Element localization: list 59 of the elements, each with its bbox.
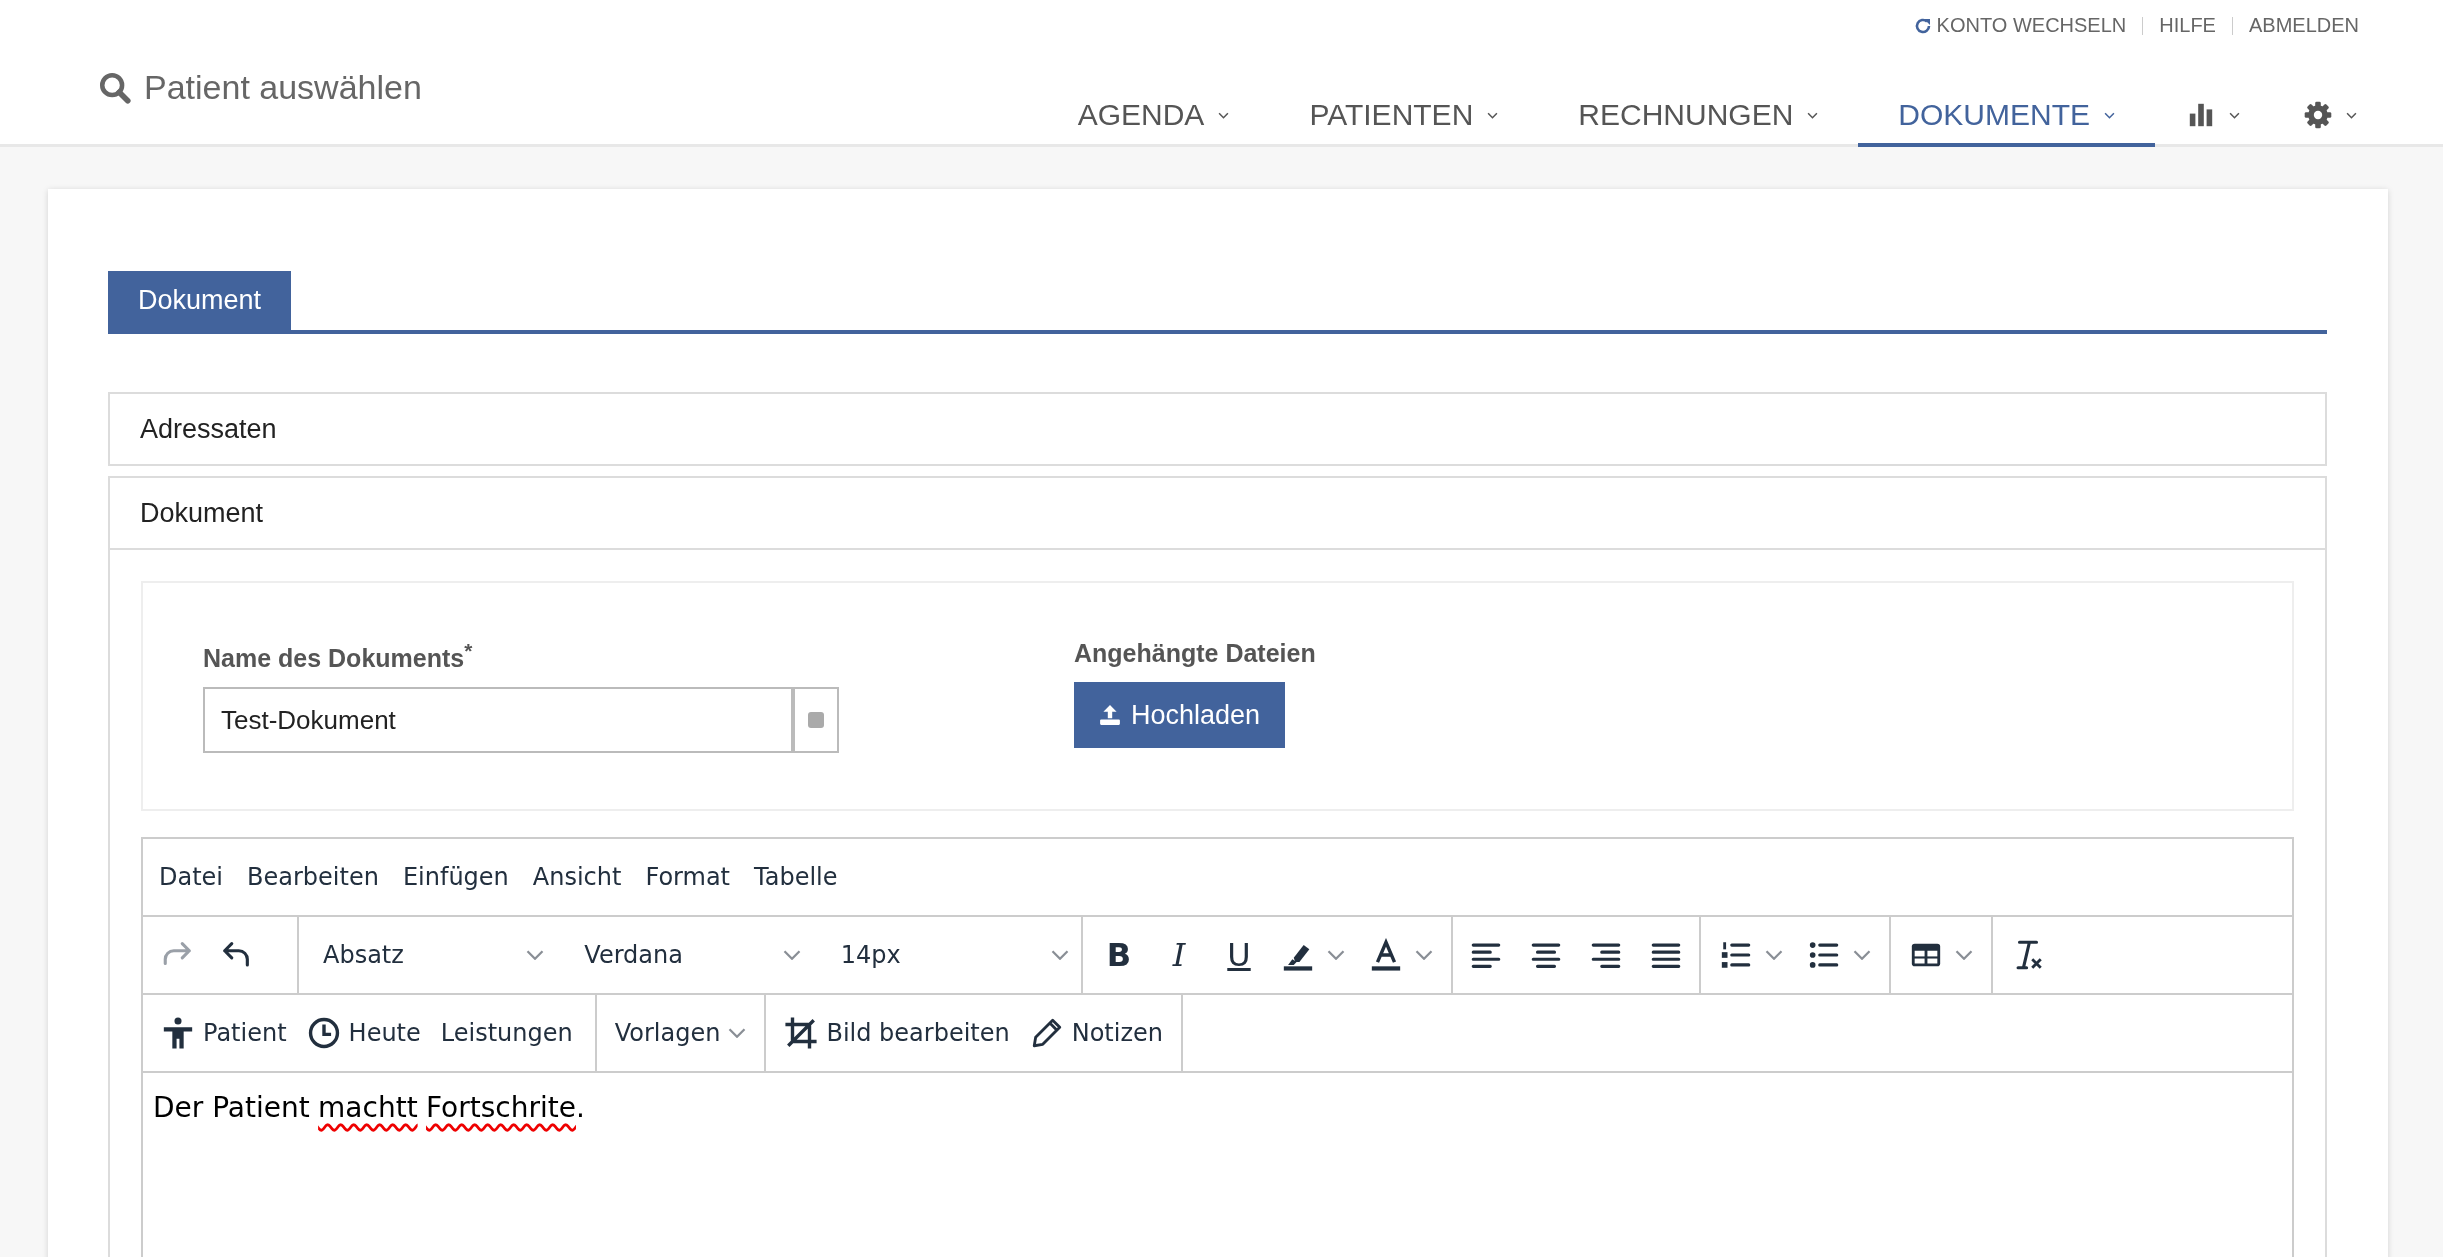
templates-dropdown[interactable]: Vorlagen (604, 1013, 757, 1054)
chevron-down-icon (2346, 111, 2357, 119)
document-name-field[interactable]: Test-Dokument (203, 687, 793, 754)
editor-menu-item[interactable]: Bearbeiten (237, 863, 389, 892)
editor-tool-button[interactable]: Bild bearbeiten (774, 1010, 1020, 1057)
upload-button[interactable]: Hochladen (1074, 682, 1286, 748)
header-link[interactable]: KONTO WECHSELN (1912, 14, 2127, 37)
format-button[interactable]: B (1091, 930, 1147, 981)
editor-menu-item[interactable]: Tabelle (744, 863, 848, 892)
square-icon (808, 712, 824, 729)
bar-chart-icon (2187, 101, 2215, 129)
chevron-down-icon (1415, 950, 1433, 961)
editor-dropdown[interactable]: Absatz (299, 917, 557, 994)
insert-button[interactable]: Leistungen (430, 1013, 583, 1054)
chevron-down-icon (1051, 950, 1069, 961)
field-label: Name des Dokuments$^{*}$ (203, 639, 473, 674)
format-button[interactable]: I (1151, 930, 1207, 981)
editor-menu-item[interactable]: Ansicht (522, 863, 632, 892)
chevron-down-icon (728, 1028, 747, 1039)
chevron-down-icon (1807, 111, 1819, 119)
upload-icon (1099, 704, 1121, 726)
nav-menu-item[interactable]: AGENDA (1037, 87, 1270, 147)
chevron-down-icon (1327, 950, 1345, 961)
insert-button[interactable]: Patient (151, 1010, 297, 1057)
person-icon (161, 1016, 195, 1051)
editor-tool-button[interactable]: Notizen (1019, 1010, 1173, 1057)
format-button[interactable]: U (1211, 930, 1267, 981)
document-text: Der Patient machtt Fortschrite. (152, 1090, 586, 1125)
chevron-down-icon (1218, 111, 1230, 119)
editor-menu-item[interactable]: Einfügen (392, 863, 519, 892)
header-link[interactable]: ABMELDEN (2248, 14, 2359, 37)
chevron-down-icon (782, 950, 801, 961)
text-color-icon (1369, 938, 1403, 973)
chevron-down-icon (1955, 950, 1973, 961)
header-link[interactable]: HILFE (2159, 14, 2216, 37)
chevron-down-icon (1765, 950, 1783, 961)
editor-menu-item[interactable]: Format (635, 863, 740, 892)
chevron-down-icon (1487, 111, 1499, 119)
field-addon-button[interactable] (793, 687, 839, 754)
nav-menu-item[interactable]: RECHNUNGEN (1538, 87, 1859, 147)
nav-menu-item[interactable]: DOKUMENTE (1858, 87, 2155, 147)
insert-button[interactable]: Heute (296, 1010, 431, 1057)
editor-dropdown[interactable]: Verdana (560, 917, 813, 994)
chevron-down-icon (526, 950, 545, 961)
section-header[interactable]: Dokument (110, 478, 2325, 550)
clock-icon (306, 1016, 341, 1051)
chevron-down-icon (1853, 950, 1871, 961)
crop-icon (784, 1016, 819, 1051)
field-label: Angehängte Dateien (1074, 639, 1316, 668)
search-icon (98, 70, 132, 105)
nav-menu-item[interactable]: PATIENTEN (1269, 87, 1539, 147)
patient-search-input[interactable]: Patient auswählen (142, 67, 506, 108)
editor-dropdown[interactable]: 14px (816, 917, 1081, 994)
chevron-down-icon (2229, 111, 2240, 119)
section-header[interactable]: Adressaten (110, 394, 2325, 464)
editor-menu-item[interactable]: Datei (149, 863, 234, 892)
chevron-down-icon (2104, 111, 2115, 119)
editor-content[interactable]: Der Patient machtt Fortschrite. (143, 1073, 2292, 1257)
tab[interactable]: Dokument (108, 271, 292, 330)
